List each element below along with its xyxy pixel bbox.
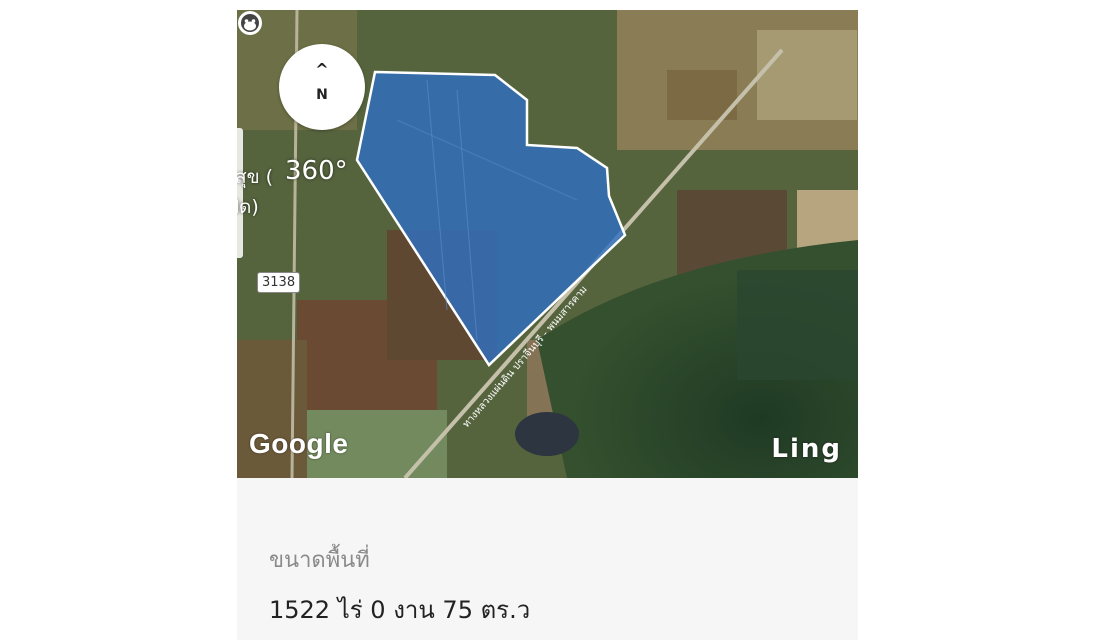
monkey-face-icon — [238, 11, 262, 35]
compass-direction-label: N — [316, 87, 328, 103]
place-label-fragment: ปิด) — [237, 196, 259, 218]
area-value: 1522 ไร่ 0 งาน 75 ตร.ว — [269, 596, 531, 624]
land-info-panel: ขนาดพื้นที่ 1522 ไร่ 0 งาน 75 ตร.ว — [237, 478, 858, 640]
road-number-shield: 3138 — [257, 272, 301, 293]
compass-button[interactable]: ^ N — [279, 44, 365, 130]
ling-brand-logo: Ling — [771, 434, 842, 464]
north-arrow-icon: ^ — [315, 60, 329, 79]
land-listing-card: ทางหลวงแผ่นดิน ปราจีนบุรี - พนมสารคาม สุ… — [237, 10, 858, 640]
street-view-360-button[interactable]: 360° — [285, 156, 348, 186]
place-label-fragment: สุข ( — [237, 166, 274, 188]
area-label: ขนาดพื้นที่ — [269, 548, 370, 573]
google-attribution: Google — [249, 428, 349, 459]
satellite-map[interactable]: ทางหลวงแผ่นดิน ปราจีนบุรี - พนมสารคาม สุ… — [237, 10, 858, 478]
